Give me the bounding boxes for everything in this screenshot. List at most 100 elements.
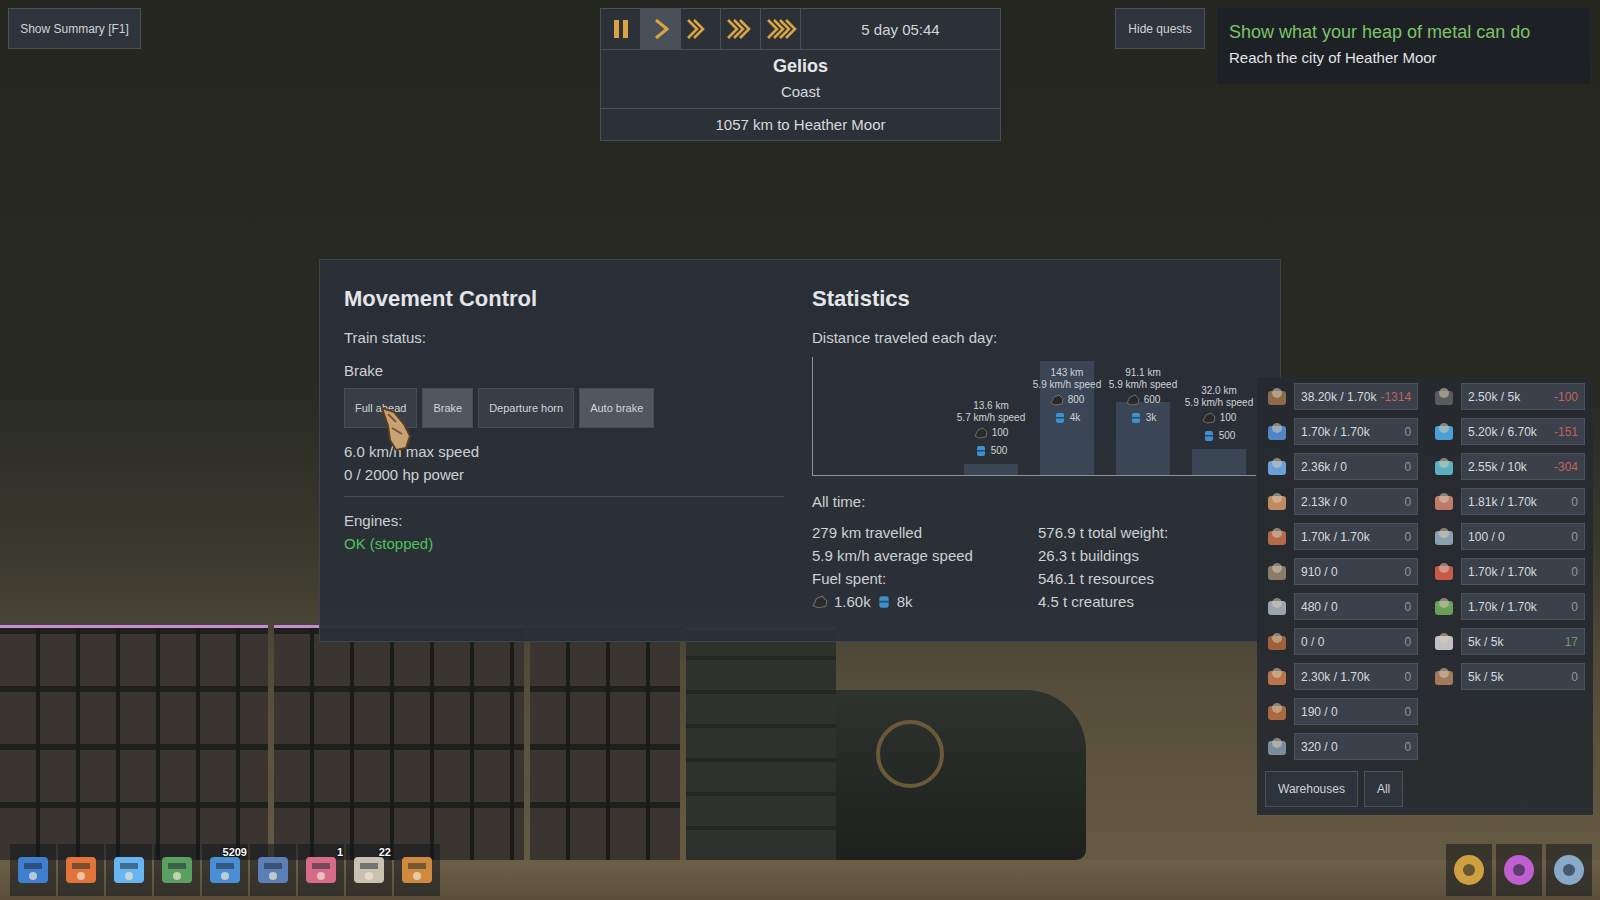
resource-amount: 1.70k / 1.70k0 [1294,418,1418,445]
bar-distance: 91.1 km [1125,367,1161,379]
toolbar-button[interactable] [58,844,104,896]
time-panel: 5 day 05:44GeliosCoast1057 km to Heather… [600,8,1001,141]
resource-row[interactable]: 2.30k / 1.70k0 [1265,662,1418,691]
resource-row[interactable]: 5.20k / 6.70k-151 [1432,417,1585,446]
resource-row[interactable]: 2.36k / 00 [1265,452,1418,481]
resource-icon [1265,700,1289,724]
resource-icon [1432,490,1456,514]
toolbar-button[interactable] [250,844,296,896]
resource-row[interactable]: 0 / 00 [1265,627,1418,656]
movement-button[interactable]: Brake [422,388,473,428]
toolbar-button[interactable] [154,844,200,896]
resources-column: 2.50k / 5k-100 5.20k / 6.70k-151 2.55k / 1… [1432,382,1585,761]
toolbar-button[interactable] [394,844,440,896]
resource-filter-button[interactable]: Warehouses [1265,771,1358,807]
water-barrel-icon [877,595,891,609]
quest-panel: Show what your heap of metal can doReach… [1217,8,1590,84]
resource-amount: 100 / 00 [1461,523,1585,550]
toolbar-badge: 22 [379,846,391,858]
resource-row[interactable]: 2.50k / 5k-100 [1432,382,1585,411]
engines-status: OK (stopped) [344,532,784,555]
speed-button[interactable] [601,9,641,49]
resource-row[interactable]: 910 / 00 [1265,557,1418,586]
speed-button[interactable] [641,9,681,49]
resource-filter-button[interactable]: All [1364,771,1403,807]
resource-row[interactable]: 100 / 00 [1432,522,1585,551]
engine-power: 0 / 2000 hp power [344,463,784,486]
water-barrel-icon [975,445,987,457]
train-car[interactable] [0,625,268,860]
movement-control: Movement ControlTrain status:BrakeFull a… [344,286,784,631]
toolbar-right [1446,844,1592,896]
resource-row[interactable]: 1.81k / 1.70k0 [1432,487,1585,516]
chart-bar[interactable] [1192,449,1246,475]
movement-button[interactable]: Departure horn [478,388,574,428]
resource-icon [1265,630,1289,654]
bar-labels: 91.1 km5.9 km/h speed6003k [1105,367,1181,427]
train-car[interactable] [530,625,680,860]
resource-amount: 5k / 5k0 [1461,663,1585,690]
chart-bar[interactable] [964,464,1018,475]
weight-stat: 576.9 t total weight: [1038,521,1256,544]
coal-icon [974,427,988,439]
movement-button[interactable]: Full ahead [344,388,417,428]
toolbar-button[interactable] [1546,844,1592,896]
train-car[interactable] [274,625,524,860]
resource-row[interactable]: 2.13k / 00 [1265,487,1418,516]
toolbar-button[interactable] [1446,844,1492,896]
statistics: StatisticsDistance traveled each day:13.… [812,286,1256,631]
resource-row[interactable]: 2.55k / 10k-304 [1432,452,1585,481]
resource-row[interactable]: 190 / 00 [1265,697,1418,726]
bar-water: 500 [975,442,1008,460]
speed-button[interactable] [761,9,801,49]
toolbar-button[interactable] [106,844,152,896]
toolbar-button[interactable]: 22 [346,844,392,896]
tool-icon [110,851,148,889]
resource-amount: 5k / 5k17 [1461,628,1585,655]
water-barrel-icon [1054,412,1066,424]
bar-water: 4k [1054,409,1081,427]
resource-row[interactable]: 1.70k / 1.70k0 [1265,417,1418,446]
bar-coal: 100 [1202,409,1237,427]
tool-icon [254,851,292,889]
bar-water: 500 [1203,427,1236,445]
toolbar-button[interactable]: 1 [298,844,344,896]
chart-bar[interactable] [1040,361,1094,475]
quest-objective: Reach the city of Heather Moor [1229,49,1578,66]
show-summary-button[interactable]: Show Summary [F1] [8,8,141,49]
toolbar-button[interactable] [10,844,56,896]
resource-icon [1265,385,1289,409]
locomotive-boiler [836,690,1086,860]
speed-button[interactable] [721,9,761,49]
locomotive[interactable] [686,620,1086,860]
resource-row[interactable]: 1.70k / 1.70k0 [1265,522,1418,551]
bar-labels: 32.0 km5.9 km/h speed100500 [1181,385,1257,445]
bar-water: 3k [1130,409,1157,427]
chart-bar[interactable] [1116,402,1170,475]
movement-button[interactable]: Auto brake [579,388,654,428]
movement-title: Movement Control [344,286,784,312]
bar-speed: 5.9 km/h speed [1033,379,1101,391]
tool-icon [158,851,196,889]
resource-row[interactable]: 1.70k / 1.70k0 [1432,557,1585,586]
game-time: 5 day 05:44 [801,9,1000,49]
speed-button[interactable] [681,9,721,49]
resource-row[interactable]: 5k / 5k0 [1432,662,1585,691]
toolbar-button[interactable] [1496,844,1542,896]
resource-row[interactable]: 320 / 00 [1265,732,1418,761]
resource-row[interactable]: 38.20k / 1.70k-1314 [1265,382,1418,411]
resource-row[interactable]: 1.70k / 1.70k0 [1432,592,1585,621]
resource-amount: 190 / 00 [1294,698,1418,725]
tool-icon [62,851,100,889]
chart-column: 13.6 km5.7 km/h speed100500 [964,361,1018,475]
water-barrel-icon [1203,430,1215,442]
toolbar-button[interactable]: 5209 [202,844,248,896]
status-value: Brake [344,359,784,382]
hide-quests-button[interactable]: Hide quests [1115,8,1205,49]
resource-amount: 5.20k / 6.70k-151 [1461,418,1585,445]
resource-row[interactable]: 480 / 00 [1265,592,1418,621]
resource-amount: 910 / 00 [1294,558,1418,585]
resource-amount: 38.20k / 1.70k-1314 [1294,383,1418,410]
resource-icon [1432,560,1456,584]
resource-row[interactable]: 5k / 5k17 [1432,627,1585,656]
